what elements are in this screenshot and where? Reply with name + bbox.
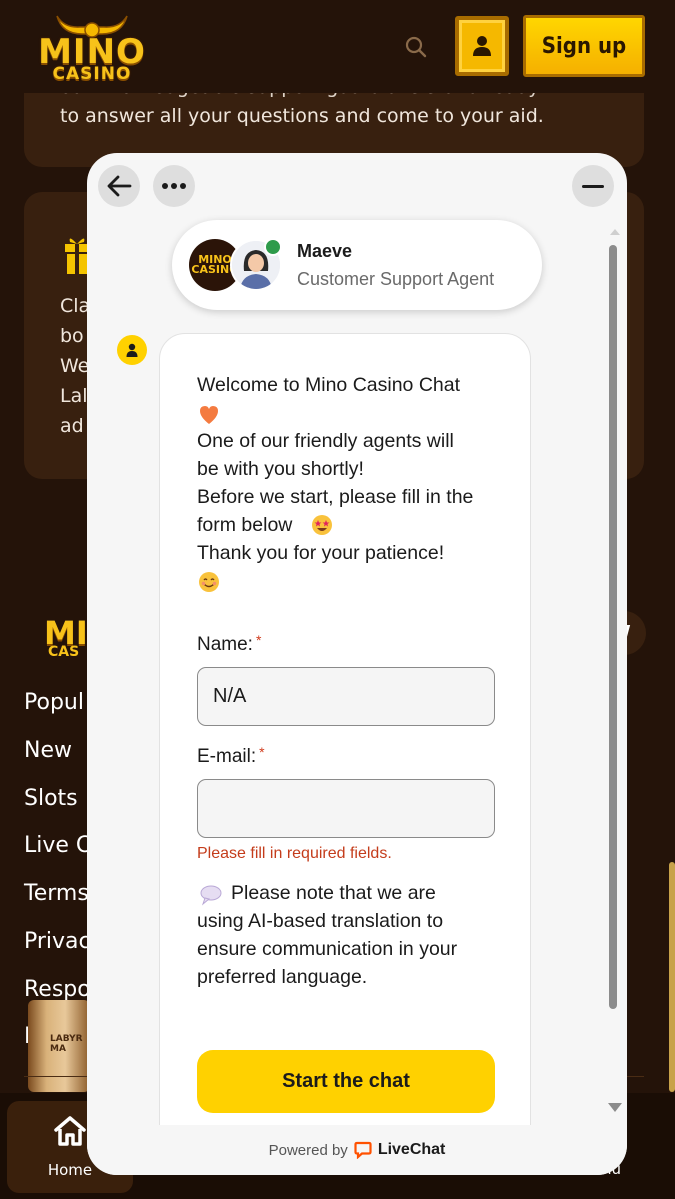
footer-link-slots[interactable]: Slots xyxy=(24,786,78,811)
footer-link-responsible[interactable]: Respo xyxy=(24,977,91,1002)
chat-back-button[interactable] xyxy=(98,165,140,207)
scroll-down-arrow-icon[interactable] xyxy=(608,1103,622,1112)
arrow-left-icon xyxy=(107,175,132,197)
chat-scrollbar-thumb[interactable] xyxy=(609,245,617,1009)
translation-note-line: ensure communication in your xyxy=(197,938,458,960)
footer-logo-subtext: CAS xyxy=(48,644,80,660)
name-input[interactable]: N/A xyxy=(197,667,495,726)
livechat-brand: LiveChat xyxy=(377,1141,446,1158)
required-asterisk: * xyxy=(255,632,262,648)
email-input[interactable] xyxy=(197,779,495,838)
chat-minimize-button[interactable] xyxy=(572,165,614,207)
bonus-text-line: bo xyxy=(60,325,84,347)
welcome-line: be with you shortly! xyxy=(197,458,364,480)
bonus-text-line: Lal xyxy=(60,385,88,407)
welcome-line: Welcome to Mino Casino Chat xyxy=(197,374,461,396)
bonus-text-line: ad xyxy=(60,415,84,437)
welcome-message-bubble: Welcome to Mino Casino Chat One of our f… xyxy=(159,333,531,1175)
page-scrollbar[interactable] xyxy=(669,862,675,1092)
search-icon xyxy=(405,36,427,58)
required-asterisk: * xyxy=(259,744,265,760)
bot-avatar xyxy=(117,335,147,365)
welcome-line: Thank you for your patience! xyxy=(197,542,445,564)
agent-info-card: MINO CASINO Maeve Customer Support Agent xyxy=(172,220,542,310)
orange-heart-icon xyxy=(200,406,218,424)
chat-more-options-button[interactable] xyxy=(153,165,195,207)
site-header: MINO CASINO Sign up xyxy=(0,0,675,93)
promo-image-text: LABYR MA xyxy=(50,1034,83,1054)
mino-casino-logo[interactable]: MINO CASINO xyxy=(38,12,146,84)
agent-name: Maeve xyxy=(297,241,353,261)
email-field-label: E-mail: * xyxy=(197,744,265,768)
user-icon xyxy=(473,36,491,56)
bonus-text-line: We xyxy=(60,355,90,377)
logo-text-casino: CASINO xyxy=(52,64,132,84)
search-button[interactable] xyxy=(402,33,430,61)
translation-note-line: Please note that we are xyxy=(231,882,436,904)
welcome-line: One of our friendly agents will xyxy=(197,430,454,452)
footer-link-popular[interactable]: Popul xyxy=(24,690,84,715)
powered-by-text: Powered by xyxy=(268,1141,348,1159)
welcome-line: Before we start, please fill in the xyxy=(197,486,474,508)
name-field-label: Name: * xyxy=(197,632,262,656)
agent-role: Customer Support Agent xyxy=(297,269,495,289)
translation-note-line: preferred language. xyxy=(197,966,368,988)
powered-by-footer[interactable]: Powered by LiveChat xyxy=(87,1125,627,1175)
star-struck-emoji-icon xyxy=(312,515,332,535)
bonus-text-line: Cla xyxy=(60,295,91,317)
user-icon xyxy=(126,343,138,357)
footer-link-privacy[interactable]: Privac xyxy=(24,929,91,954)
livechat-logo-icon xyxy=(354,1141,372,1159)
home-icon xyxy=(54,1116,86,1146)
online-status-indicator xyxy=(264,238,282,256)
login-button[interactable] xyxy=(455,16,509,76)
support-text-line-2: to answer all your questions and come to… xyxy=(60,105,544,127)
speech-bubble-icon xyxy=(200,885,222,906)
more-dots-icon xyxy=(162,183,186,189)
labyrinth-promo-image[interactable]: LABYR MA xyxy=(28,1000,90,1092)
footer-link-new[interactable]: New xyxy=(24,738,72,763)
translation-note-line: using AI-based translation to xyxy=(197,910,444,932)
signup-button[interactable]: Sign up xyxy=(523,15,645,77)
footer-link-terms[interactable]: Terms xyxy=(24,881,89,906)
email-label-text: E-mail: xyxy=(197,746,257,767)
start-chat-button[interactable]: Start the chat xyxy=(197,1050,495,1113)
livechat-widget: MINO CASINO Maeve Customer Support Agent… xyxy=(87,153,627,1175)
name-label-text: Name: xyxy=(197,634,253,655)
form-error-message: Please fill in required fields. xyxy=(197,845,392,862)
scroll-up-arrow-icon[interactable] xyxy=(610,229,620,235)
footer-link-live-casino[interactable]: Live C xyxy=(24,833,91,858)
minimize-icon xyxy=(582,185,604,188)
smiling-emoji-icon xyxy=(199,572,219,592)
welcome-line: form below xyxy=(197,514,293,536)
